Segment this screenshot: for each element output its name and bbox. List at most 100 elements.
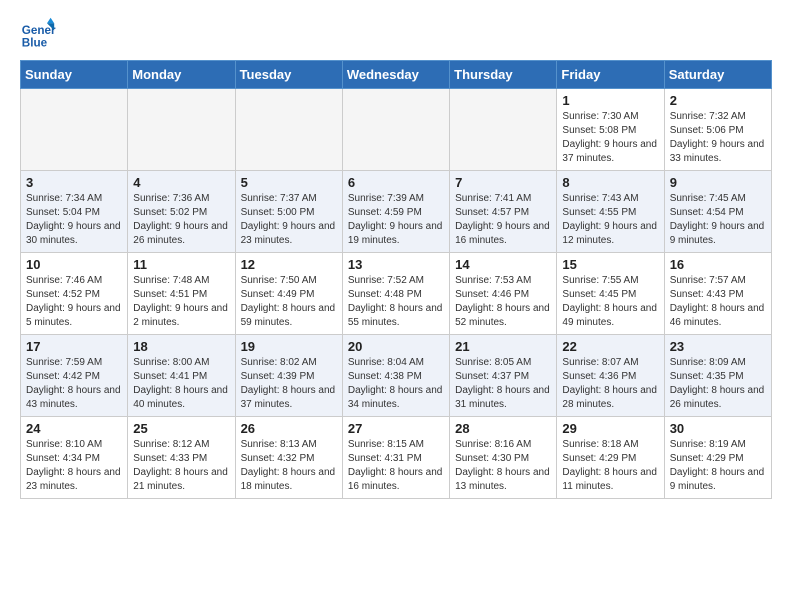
day-info: Sunrise: 8:04 AM Sunset: 4:38 PM Dayligh… [348,356,444,412]
day-info: Sunrise: 7:34 AM Sunset: 5:04 PM Dayligh… [26,192,122,248]
logo-icon: General Blue [20,16,56,52]
col-header-wednesday: Wednesday [342,61,449,89]
day-number: 5 [241,175,337,190]
day-number: 2 [670,93,766,108]
day-cell: 30 Sunrise: 8:19 AM Sunset: 4:29 PM Dayli… [664,417,771,499]
day-number: 3 [26,175,122,190]
logo: General Blue [20,16,56,52]
col-header-sunday: Sunday [21,61,128,89]
day-info: Sunrise: 7:36 AM Sunset: 5:02 PM Dayligh… [133,192,229,248]
col-header-monday: Monday [128,61,235,89]
week-row-4: 17Sunrise: 7:59 AM Sunset: 4:42 PM Dayli… [21,335,772,417]
day-info: Sunrise: 7:55 AM Sunset: 4:45 PM Dayligh… [562,274,658,330]
day-cell: 24 Sunrise: 8:10 AM Sunset: 4:34 PM Dayli… [21,417,128,499]
day-cell: 3 Sunrise: 7:34 AM Sunset: 5:04 PM Daylig… [21,171,128,253]
day-number: 12 [241,257,337,272]
day-cell [128,89,235,171]
day-cell: 17Sunrise: 7:59 AM Sunset: 4:42 PM Dayli… [21,335,128,417]
day-cell: 23 Sunrise: 8:09 AM Sunset: 4:35 PM Dayli… [664,335,771,417]
calendar-body: 1 Sunrise: 7:30 AM Sunset: 5:08 PM Daylig… [21,89,772,499]
day-cell: 8 Sunrise: 7:43 AM Sunset: 4:55 PM Daylig… [557,171,664,253]
day-info: Sunrise: 7:52 AM Sunset: 4:48 PM Dayligh… [348,274,444,330]
day-cell: 4 Sunrise: 7:36 AM Sunset: 5:02 PM Daylig… [128,171,235,253]
day-info: Sunrise: 8:00 AM Sunset: 4:41 PM Dayligh… [133,356,229,412]
day-number: 24 [26,421,122,436]
day-info: Sunrise: 8:15 AM Sunset: 4:31 PM Dayligh… [348,438,444,494]
day-number: 17 [26,339,122,354]
day-cell: 18 Sunrise: 8:00 AM Sunset: 4:41 PM Dayli… [128,335,235,417]
day-info: Sunrise: 7:41 AM Sunset: 4:57 PM Dayligh… [455,192,551,248]
col-header-saturday: Saturday [664,61,771,89]
day-number: 7 [455,175,551,190]
day-info: Sunrise: 8:02 AM Sunset: 4:39 PM Dayligh… [241,356,337,412]
week-row-3: 10Sunrise: 7:46 AM Sunset: 4:52 PM Dayli… [21,253,772,335]
day-cell: 1 Sunrise: 7:30 AM Sunset: 5:08 PM Daylig… [557,89,664,171]
day-cell: 6Sunrise: 7:39 AM Sunset: 4:59 PM Daylig… [342,171,449,253]
day-number: 8 [562,175,658,190]
day-cell [450,89,557,171]
day-number: 14 [455,257,551,272]
day-info: Sunrise: 7:45 AM Sunset: 4:54 PM Dayligh… [670,192,766,248]
day-cell: 20 Sunrise: 8:04 AM Sunset: 4:38 PM Dayli… [342,335,449,417]
day-number: 21 [455,339,551,354]
day-cell: 15 Sunrise: 7:55 AM Sunset: 4:45 PM Dayli… [557,253,664,335]
day-info: Sunrise: 8:13 AM Sunset: 4:32 PM Dayligh… [241,438,337,494]
calendar-table: SundayMondayTuesdayWednesdayThursdayFrid… [20,60,772,499]
day-number: 20 [348,339,444,354]
day-info: Sunrise: 8:16 AM Sunset: 4:30 PM Dayligh… [455,438,551,494]
day-cell [235,89,342,171]
day-cell: 7 Sunrise: 7:41 AM Sunset: 4:57 PM Daylig… [450,171,557,253]
day-number: 28 [455,421,551,436]
day-cell: 11Sunrise: 7:48 AM Sunset: 4:51 PM Dayli… [128,253,235,335]
day-info: Sunrise: 7:53 AM Sunset: 4:46 PM Dayligh… [455,274,551,330]
day-cell: 27Sunrise: 8:15 AM Sunset: 4:31 PM Dayli… [342,417,449,499]
day-info: Sunrise: 8:05 AM Sunset: 4:37 PM Dayligh… [455,356,551,412]
day-number: 16 [670,257,766,272]
day-info: Sunrise: 7:57 AM Sunset: 4:43 PM Dayligh… [670,274,766,330]
day-number: 11 [133,257,229,272]
day-info: Sunrise: 7:32 AM Sunset: 5:06 PM Dayligh… [670,110,766,166]
day-cell: 26 Sunrise: 8:13 AM Sunset: 4:32 PM Dayli… [235,417,342,499]
day-number: 22 [562,339,658,354]
day-info: Sunrise: 8:19 AM Sunset: 4:29 PM Dayligh… [670,438,766,494]
day-cell: 28 Sunrise: 8:16 AM Sunset: 4:30 PM Dayli… [450,417,557,499]
day-cell: 14 Sunrise: 7:53 AM Sunset: 4:46 PM Dayli… [450,253,557,335]
day-number: 26 [241,421,337,436]
day-cell: 19Sunrise: 8:02 AM Sunset: 4:39 PM Dayli… [235,335,342,417]
header-row: SundayMondayTuesdayWednesdayThursdayFrid… [21,61,772,89]
day-number: 9 [670,175,766,190]
page-container: General Blue SundayMondayTuesdayWednesda… [0,0,792,515]
day-info: Sunrise: 8:12 AM Sunset: 4:33 PM Dayligh… [133,438,229,494]
day-cell: 12 Sunrise: 7:50 AM Sunset: 4:49 PM Dayli… [235,253,342,335]
week-row-2: 3 Sunrise: 7:34 AM Sunset: 5:04 PM Daylig… [21,171,772,253]
day-cell: 9 Sunrise: 7:45 AM Sunset: 4:54 PM Daylig… [664,171,771,253]
col-header-thursday: Thursday [450,61,557,89]
day-number: 30 [670,421,766,436]
day-cell: 10Sunrise: 7:46 AM Sunset: 4:52 PM Dayli… [21,253,128,335]
week-row-1: 1 Sunrise: 7:30 AM Sunset: 5:08 PM Daylig… [21,89,772,171]
day-info: Sunrise: 7:30 AM Sunset: 5:08 PM Dayligh… [562,110,658,166]
day-info: Sunrise: 8:09 AM Sunset: 4:35 PM Dayligh… [670,356,766,412]
day-number: 23 [670,339,766,354]
day-number: 18 [133,339,229,354]
svg-text:Blue: Blue [22,37,48,50]
day-cell: 25 Sunrise: 8:12 AM Sunset: 4:33 PM Dayli… [128,417,235,499]
day-info: Sunrise: 7:39 AM Sunset: 4:59 PM Dayligh… [348,192,444,248]
day-cell: 22 Sunrise: 8:07 AM Sunset: 4:36 PM Dayli… [557,335,664,417]
day-info: Sunrise: 7:37 AM Sunset: 5:00 PM Dayligh… [241,192,337,248]
day-number: 25 [133,421,229,436]
day-number: 15 [562,257,658,272]
day-info: Sunrise: 8:07 AM Sunset: 4:36 PM Dayligh… [562,356,658,412]
day-number: 1 [562,93,658,108]
day-cell: 5 Sunrise: 7:37 AM Sunset: 5:00 PM Daylig… [235,171,342,253]
day-info: Sunrise: 7:43 AM Sunset: 4:55 PM Dayligh… [562,192,658,248]
day-cell [342,89,449,171]
day-cell: 2 Sunrise: 7:32 AM Sunset: 5:06 PM Daylig… [664,89,771,171]
day-number: 4 [133,175,229,190]
day-info: Sunrise: 7:50 AM Sunset: 4:49 PM Dayligh… [241,274,337,330]
day-info: Sunrise: 7:46 AM Sunset: 4:52 PM Dayligh… [26,274,122,330]
week-row-5: 24 Sunrise: 8:10 AM Sunset: 4:34 PM Dayli… [21,417,772,499]
day-cell: 21 Sunrise: 8:05 AM Sunset: 4:37 PM Dayli… [450,335,557,417]
day-number: 29 [562,421,658,436]
day-info: Sunrise: 8:10 AM Sunset: 4:34 PM Dayligh… [26,438,122,494]
